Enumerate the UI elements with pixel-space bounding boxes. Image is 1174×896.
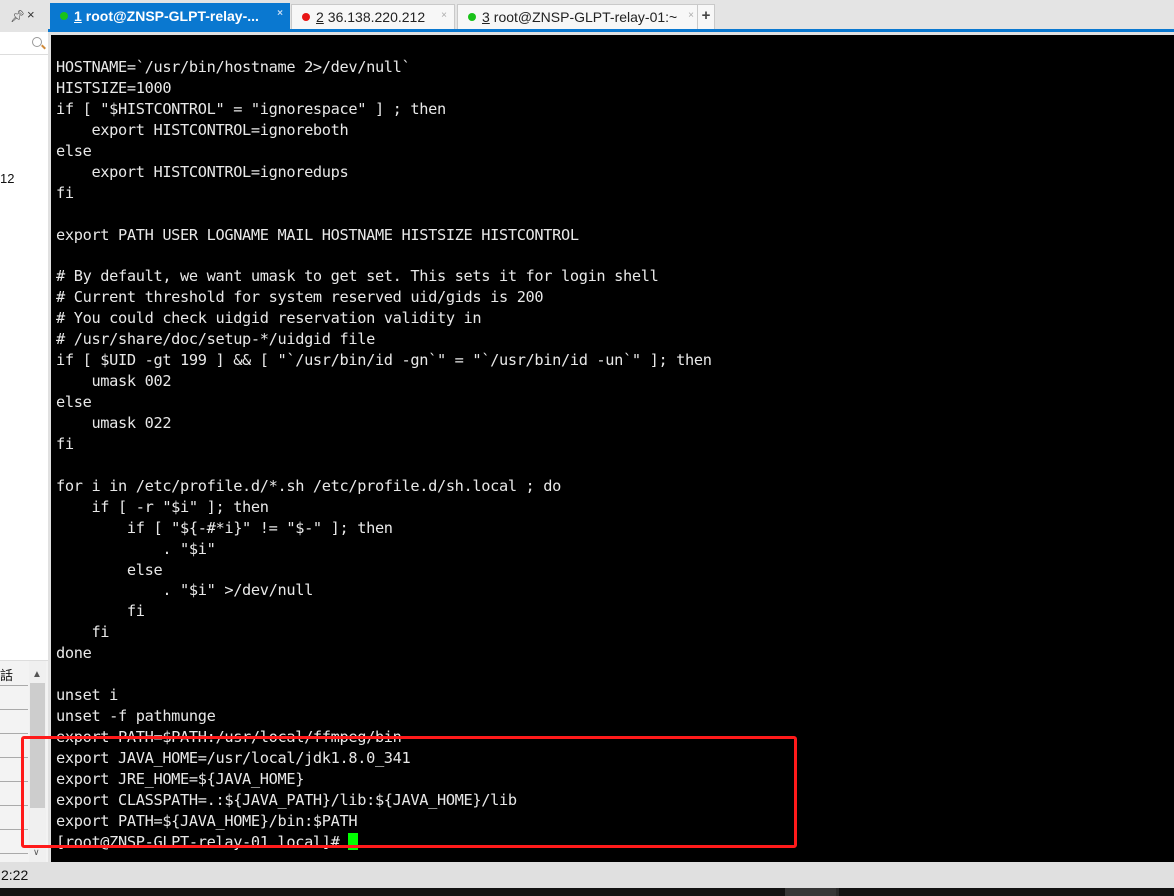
shell-prompt[interactable]: [root@ZNSP-GLPT-relay-01 local]# [56,832,712,853]
close-tab-icon[interactable]: × [688,10,694,21]
status-dot-icon [468,13,476,21]
terminal-line: . "$i" >/dev/null [56,581,313,600]
list-column-header[interactable]: 話 [0,665,13,684]
terminal-line: export CLASSPATH=.:${JAVA_PATH}/lib:${JA… [56,790,517,809]
tab-label: 36.138.220.212 [327,9,426,25]
terminal-line: # You could check uidgid reservation val… [56,309,482,328]
terminal-line: umask 002 [56,372,172,391]
sidebar-scrollbar[interactable]: ▲ ∨ [29,661,46,865]
terminal-line: # Current threshold for system reserved … [56,288,544,307]
terminal-line: for i in /etc/profile.d/*.sh /etc/profil… [56,476,561,495]
close-panel-icon[interactable]: × [27,7,35,22]
text-cursor [348,832,359,850]
list-row-divider [0,853,28,854]
sidebar-header: 📌︎ × [0,0,48,32]
terminal-line: if [ "$HISTCONTROL" = "ignorespace" ] ; … [56,99,446,118]
terminal-output[interactable]: HOSTNAME=`/usr/bin/hostname 2>/dev/null`… [51,35,1174,862]
terminal-line: export PATH USER LOGNAME MAIL HOSTNAME H… [56,225,579,244]
tab-number: 1 [74,8,82,24]
list-row-divider [0,805,28,806]
terminal-line: export HISTCONTROL=ignoreboth [56,120,349,139]
terminal-line: . "$i" [56,539,216,558]
search-icon[interactable] [32,37,42,47]
terminal-line: export HISTCONTROL=ignoredups [56,162,349,181]
status-time: 2:22 [1,867,29,883]
new-tab-button[interactable]: + [697,4,715,29]
pin-icon[interactable]: 📌︎ [10,9,25,23]
close-tab-icon[interactable]: × [441,10,447,21]
tab-label: root@ZNSP-GLPT-relay-01:~ [493,9,678,25]
terminal-line: export PATH=${JAVA_HOME}/bin:$PATH [56,811,358,830]
scrollbar-thumb[interactable] [30,683,45,808]
terminal-line: fi [56,183,74,202]
terminal-line: if [ -r "$i" ]; then [56,497,269,516]
terminal-line: # By default, we want umask to get set. … [56,267,659,286]
terminal-line: umask 022 [56,413,172,432]
terminal-line: fi [56,602,145,621]
prompt-text: [root@ZNSP-GLPT-relay-01 local]# [56,832,349,851]
terminal-line: # /usr/share/doc/setup-*/uidgid file [56,330,375,349]
tab-session-3[interactable]: 3 root@ZNSP-GLPT-relay-01:~ × [457,4,702,29]
sidebar-list: 話 [0,661,28,865]
tab-number: 2 [316,9,324,25]
terminal-line: export JAVA_HOME=/usr/local/jdk1.8.0_341 [56,748,411,767]
sidebar-list-panel: 話 ▲ ∨ [0,660,48,865]
tab-session-1[interactable]: 1 root@ZNSP-GLPT-relay-... × [50,3,290,29]
tab-label: root@ZNSP-GLPT-relay-... [85,8,259,24]
terminal-line: fi [56,434,74,453]
terminal-line: fi [56,623,110,642]
terminal-line: else [56,393,92,411]
status-bar: 2:22 [0,862,1174,888]
taskbar [0,888,1174,896]
terminal-line: unset i [56,686,119,705]
list-row-divider [0,757,28,758]
chevron-up-icon[interactable]: ▲ [32,669,42,680]
terminal-line: export PATH=$PATH:/usr/local/ffmpeg/bin [56,728,402,746]
terminal-line: if [ "${-#*i}" != "$-" ]; then [56,518,393,537]
list-row-divider [0,733,28,734]
terminal-line: done [56,644,92,663]
close-tab-icon[interactable]: × [277,8,283,19]
taskbar-item[interactable] [785,888,839,896]
chevron-down-icon[interactable]: ∨ [33,847,40,858]
terminal-line: unset -f pathmunge [56,707,216,726]
terminal-text: HOSTNAME=`/usr/bin/hostname 2>/dev/null`… [56,57,712,853]
tab-number: 3 [482,9,490,25]
terminal-line: if [ $UID -gt 199 ] && [ "`/usr/bin/id -… [56,351,712,370]
list-row-divider [0,781,28,782]
terminal-line: HOSTNAME=`/usr/bin/hostname 2>/dev/null` [56,58,411,76]
status-dot-icon [60,12,68,20]
terminal-line: else [56,141,92,160]
sidebar-search-input[interactable] [0,33,48,55]
app-window: 📌︎ × 12 話 ▲ ∨ 1 root@ZNSP-GLPT-relay-...… [0,0,1174,896]
tab-bar: 1 root@ZNSP-GLPT-relay-... × 2 36.138.22… [48,0,1174,32]
terminal-line: HISTSIZE=1000 [56,78,172,97]
terminal-line: export JRE_HOME=${JAVA_HOME} [56,769,305,788]
session-sidebar: 📌︎ × 12 話 ▲ ∨ [0,0,48,865]
list-row-divider [0,829,28,830]
tab-session-2[interactable]: 2 36.138.220.212 × [291,4,455,29]
terminal-line: else [56,560,163,579]
session-item-partial[interactable]: 12 [0,171,14,186]
list-row-divider [0,709,28,710]
list-row-divider [0,685,28,686]
status-dot-icon [302,13,310,21]
